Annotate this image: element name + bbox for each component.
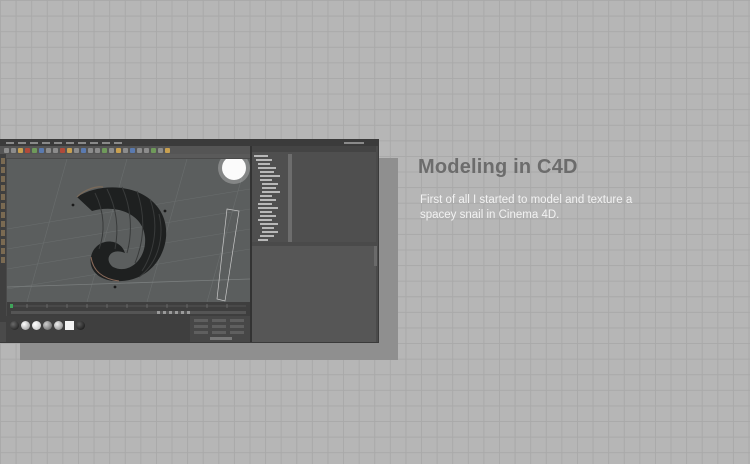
material-swatch[interactable] — [32, 321, 41, 330]
c4d-screenshot — [0, 140, 378, 342]
app-toolbar — [0, 146, 250, 154]
apply-button[interactable] — [210, 337, 232, 340]
material-manager — [6, 316, 190, 342]
coordinates-manager — [190, 316, 250, 342]
material-swatch[interactable] — [54, 321, 63, 330]
3d-viewport — [7, 159, 250, 302]
material-swatch[interactable] — [10, 321, 19, 330]
material-swatch[interactable] — [76, 321, 85, 330]
timeline[interactable] — [7, 302, 250, 316]
object-manager — [252, 146, 376, 242]
panel-scrollbar[interactable] — [374, 246, 377, 266]
object-manager-header — [252, 146, 376, 152]
viewport-scene — [7, 159, 250, 302]
viewport-menubar — [6, 154, 250, 158]
material-swatch[interactable] — [21, 321, 30, 330]
section-heading: Modeling in C4D — [418, 156, 578, 178]
section-description: First of all I started to model and text… — [420, 194, 633, 221]
attribute-manager — [252, 242, 376, 342]
tool-palette — [0, 154, 6, 322]
material-swatch[interactable] — [43, 321, 52, 330]
material-swatch[interactable] — [65, 321, 74, 330]
attribute-manager-header — [252, 242, 376, 246]
snail-model — [76, 186, 167, 282]
